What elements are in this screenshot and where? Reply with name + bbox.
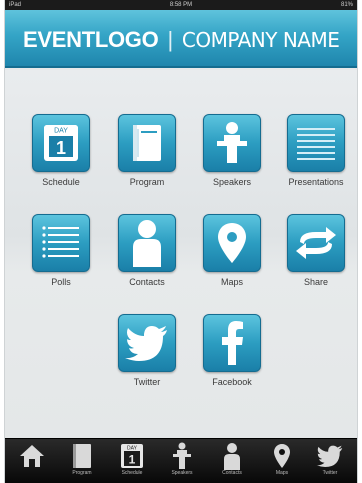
calendar-icon: DAY 1 [107,439,157,469]
tile-schedule[interactable]: DAY 1 Schedule [20,114,102,187]
slides-lines-icon [287,114,345,172]
tile-label: Presentations [288,177,344,187]
tile-label: Schedule [42,177,80,187]
tab-home[interactable] [7,439,57,483]
tab-label: Speakers [171,470,193,476]
poll-list-icon [32,214,90,272]
tile-label: Polls [51,277,71,287]
tab-label: Program [72,470,92,476]
tile-polls[interactable]: Polls [20,214,102,287]
person-icon [207,439,257,470]
speaker-podium-icon [203,114,261,172]
map-pin-icon [203,214,261,272]
calendar-day-number: 1 [56,138,66,158]
tab-label: Twitter [322,470,338,476]
twitter-bird-icon [118,314,176,372]
notebook-icon [118,114,176,172]
tile-speakers[interactable]: Speakers [191,114,273,187]
tab-twitter[interactable]: Twitter [305,439,355,483]
tile-label: Facebook [212,377,252,387]
tab-label: Maps [275,470,289,476]
tile-presentations[interactable]: Presentations [275,114,357,187]
tile-share[interactable]: Share [275,214,357,287]
app-header: EVENTLOGO | COMPANY NAME [5,10,357,68]
tile-label: Share [303,277,329,287]
tile-contacts[interactable]: Contacts [106,214,188,287]
tile-twitter[interactable]: Twitter [106,314,188,387]
calendar-day-text: DAY [54,128,68,135]
tab-schedule[interactable]: DAY 1 Schedule [107,439,157,483]
tab-maps[interactable]: Maps [257,439,307,483]
tile-program[interactable]: Program [106,114,188,187]
tab-program[interactable]: Program [57,439,107,483]
share-arrows-icon [287,214,345,272]
calendar-day-text: DAY [127,446,138,452]
tile-maps[interactable]: Maps [191,214,273,287]
tab-label: Schedule [121,470,143,476]
company-name: COMPANY NAME [181,28,340,52]
menu-grid: DAY 1 Schedule Program Speakers Presenta… [5,70,357,438]
calendar-day-1-icon: DAY 1 [32,114,90,172]
tile-label: Speakers [212,177,252,187]
app-screen: iPad 8:58 PM 81% EVENTLOGO | COMPANY NAME … [4,0,358,483]
tab-label: Contacts [222,470,242,476]
status-bar: iPad 8:58 PM 81% [5,0,357,10]
event-logo: EVENTLOGO [23,27,159,52]
tile-label: Twitter [133,377,161,387]
facebook-f-icon [203,314,261,372]
home-icon [7,439,57,469]
twitter-bird-icon [305,439,355,469]
tab-contacts[interactable]: Contacts [207,439,257,483]
battery-label: 81% [340,2,353,8]
header-brand: EVENTLOGO | COMPANY NAME [23,27,340,53]
tile-label: Contacts [129,277,165,287]
calendar-day-number: 1 [129,453,136,467]
tab-speakers[interactable]: Speakers [157,439,207,483]
header-separator: | [167,27,173,52]
tile-label: Maps [220,277,243,287]
tile-label: Program [129,177,165,187]
status-time: 8:58 PM [169,2,193,8]
speaker-podium-icon [157,439,207,469]
tile-facebook[interactable]: Facebook [191,314,273,387]
map-pin-icon [257,439,307,469]
notebook-icon [57,439,107,469]
tab-bar: Program DAY 1 Schedule Speakers Contacts… [5,438,357,483]
person-icon [118,214,176,272]
